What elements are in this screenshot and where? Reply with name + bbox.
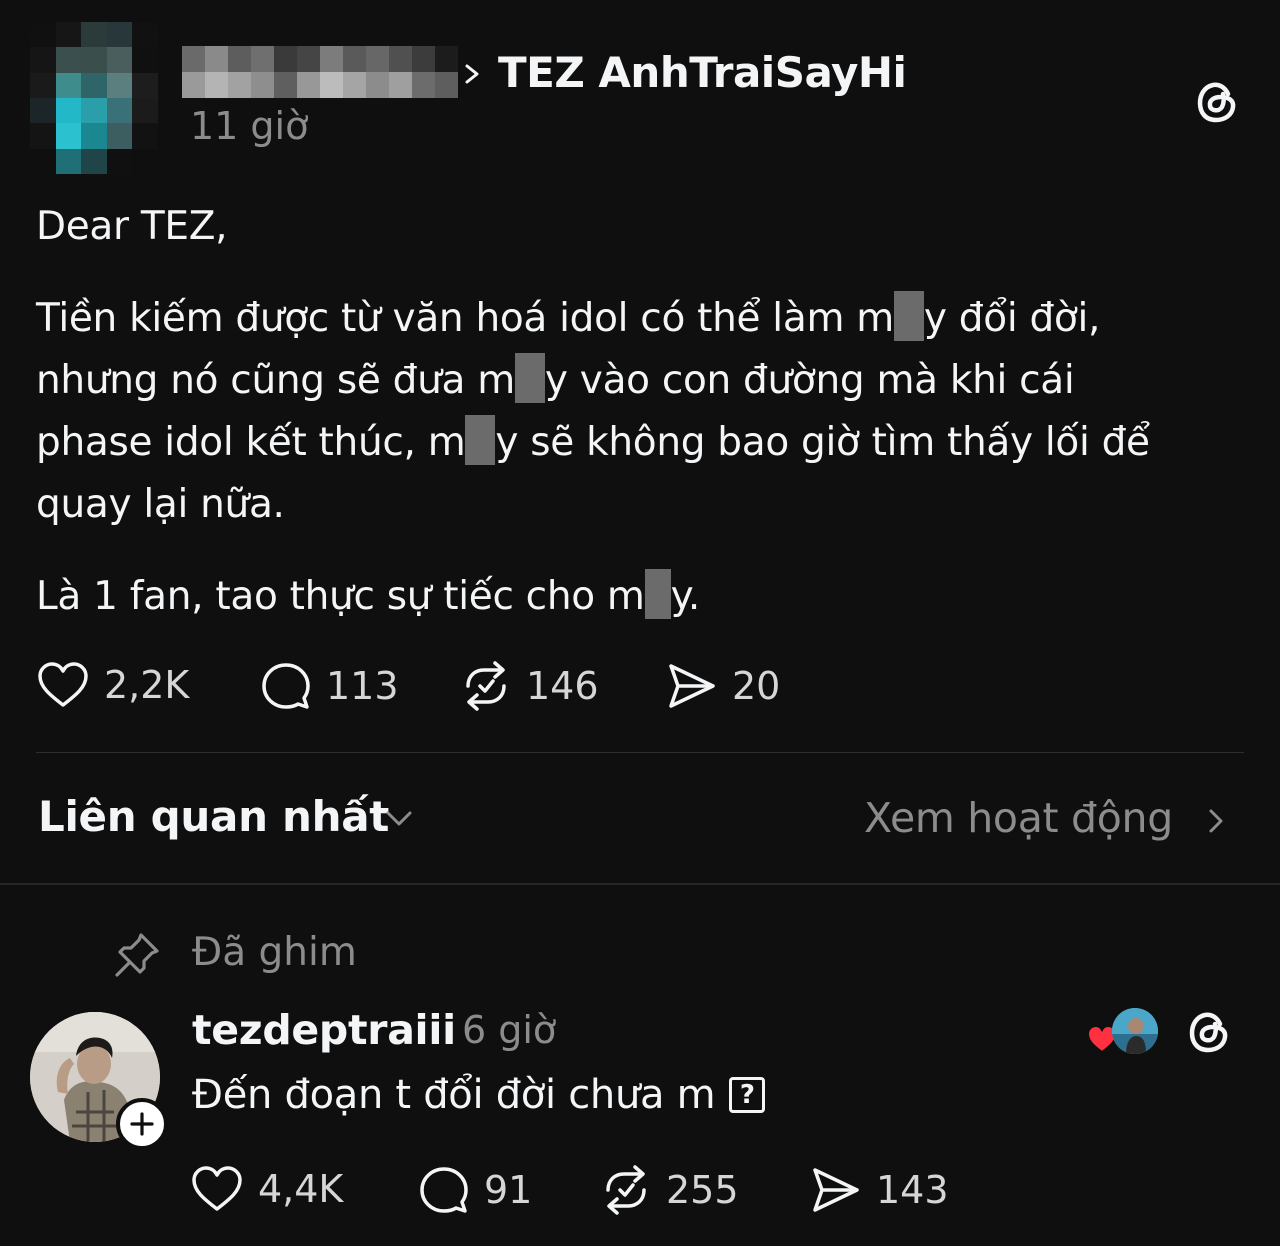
divider [36, 752, 1244, 753]
threads-logo-icon[interactable] [1194, 78, 1242, 126]
follow-plus-button[interactable] [116, 1098, 168, 1150]
post-line: nhưng nó cũng sẽ đưa my vào con đường mà… [36, 350, 1246, 412]
post-line: quay lại nữa. [36, 482, 285, 527]
reply-like-count: 4,4K [258, 1167, 344, 1211]
censor-block [514, 353, 545, 403]
thread-title[interactable]: TEZ AnhTraiSayHi [498, 48, 907, 97]
reply-repost-button[interactable]: 255 [600, 1164, 739, 1216]
reply-like-button[interactable]: 4,4K [190, 1164, 343, 1214]
share-count: 20 [732, 664, 781, 708]
unknown-emoji-glyph: ? [729, 1077, 766, 1113]
threads-logo-icon[interactable] [1186, 1008, 1234, 1056]
repost-button[interactable]: 146 [460, 660, 599, 712]
comment-count: 113 [326, 664, 399, 708]
liker-avatar-photo [1112, 1008, 1158, 1054]
comment-bubble-icon [262, 663, 310, 709]
pinned-label: Đã ghim [192, 930, 357, 975]
post-paragraph-1: Tiền kiếm được từ văn hoá idol có thể là… [36, 288, 1246, 536]
repost-icon [606, 1165, 646, 1215]
reply-repost-count: 255 [666, 1168, 739, 1212]
post-line: Tiền kiếm được từ văn hoá idol có thể là… [36, 288, 1246, 350]
liker-avatar[interactable] [1112, 1008, 1158, 1054]
view-activity-link[interactable]: Xem hoạt động [864, 794, 1173, 842]
censor-block [465, 415, 496, 465]
reply-text: Đến đoạn t đổi đời chưa m ? [192, 1072, 766, 1118]
reply-share-button[interactable]: 143 [810, 1164, 949, 1216]
like-button[interactable]: 2,2K [36, 660, 189, 710]
post-paragraph-2: Là 1 fan, tao thực sự tiếc cho m y. [36, 566, 1246, 628]
censor-block [644, 569, 671, 619]
censor-block [893, 291, 924, 341]
repost-icon [466, 661, 506, 711]
reply-text-content: Đến đoạn t đổi đời chưa m [192, 1072, 716, 1118]
post-timestamp: 11 giờ [190, 104, 309, 148]
author-username-obscured[interactable] [182, 46, 458, 98]
reply-comment-count: 91 [484, 1168, 533, 1212]
reply-comment-button[interactable]: 91 [418, 1164, 532, 1216]
share-button[interactable]: 20 [666, 660, 780, 712]
send-icon [669, 664, 715, 708]
heart-icon [38, 662, 88, 707]
post-line: phase idol kết thúc, my sẽ không bao giờ… [36, 412, 1246, 474]
reply-share-count: 143 [876, 1168, 949, 1212]
plus-icon [130, 1112, 154, 1136]
repost-count: 146 [526, 664, 599, 708]
send-icon [813, 1168, 859, 1212]
like-count: 2,2K [104, 663, 190, 707]
comment-button[interactable]: 113 [260, 660, 399, 712]
pin-icon [115, 933, 159, 977]
reply-timestamp: 6 giờ [462, 1008, 557, 1052]
chevron-right-icon[interactable] [1204, 804, 1228, 838]
post-greeting: Dear TEZ, [36, 204, 228, 249]
breadcrumb-chevron-icon [465, 64, 479, 84]
heart-icon [192, 1166, 242, 1211]
author-avatar-obscured[interactable] [30, 22, 158, 174]
post-body: Dear TEZ, Tiền kiếm được từ văn hoá idol… [36, 196, 1246, 628]
chevron-down-icon[interactable] [384, 804, 414, 834]
sort-dropdown[interactable]: Liên quan nhất [38, 792, 389, 841]
section-divider [0, 883, 1280, 885]
reply-username[interactable]: tezdeptraiii [192, 1006, 456, 1054]
comment-bubble-icon [420, 1167, 468, 1213]
